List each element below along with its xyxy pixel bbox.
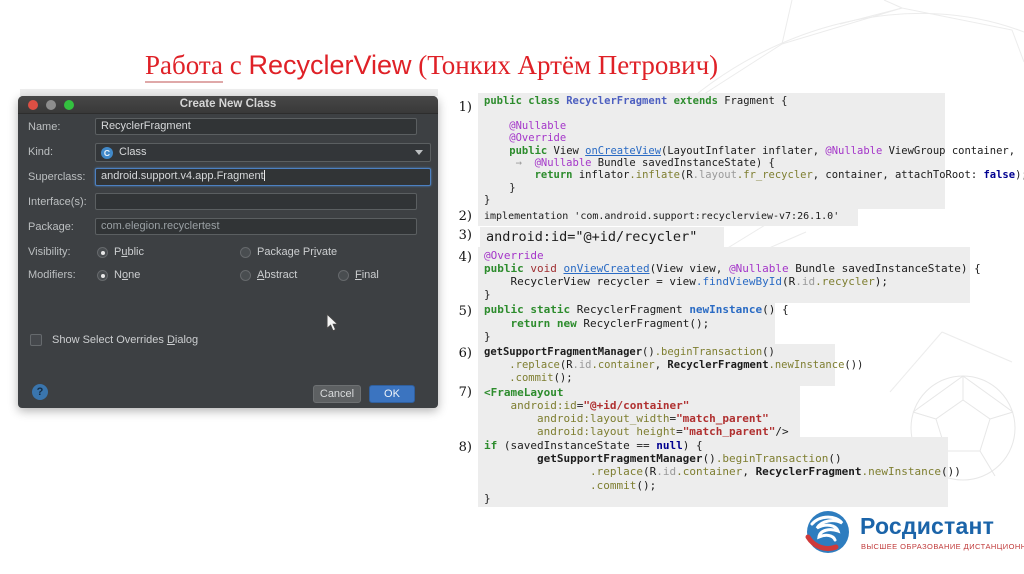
code-block-8: if (savedInstanceState == null) { getSup… (478, 437, 948, 507)
code-block-number: 1) (448, 100, 472, 115)
code-block-number: 2) (448, 209, 472, 224)
code-block-2: implementation 'com.android.support:recy… (478, 207, 858, 226)
code-block-7: <FrameLayout android:id="@+id/container"… (478, 384, 800, 440)
code-block-number: 5) (448, 304, 472, 319)
code-block-number: 3) (448, 228, 472, 243)
code-block-number: 6) (448, 346, 472, 361)
code-block-1: public class RecyclerFragment extends Fr… (478, 93, 945, 209)
logo-name: Росдистант (860, 513, 994, 540)
logo-tagline: ВЫСШЕЕ ОБРАЗОВАНИЕ ДИСТАНЦИОННО (861, 542, 1024, 551)
code-block-number: 7) (448, 385, 472, 400)
code-block-3: android:id="@+id/recycler" (480, 227, 724, 248)
code-block-6: getSupportFragmentManager().beginTransac… (478, 344, 835, 386)
mouse-cursor (326, 313, 340, 333)
code-block-number: 4) (448, 250, 472, 265)
globe-icon (802, 507, 854, 559)
code-block-4: @Overridepublic void onViewCreated(View … (478, 247, 970, 303)
rosdistant-logo: Росдистант ВЫСШЕЕ ОБРАЗОВАНИЕ ДИСТАНЦИОН… (802, 505, 1017, 563)
code-column: 1) public class RecyclerFragment extends … (0, 0, 1024, 574)
code-block-5: public static RecyclerFragment newInstan… (478, 301, 775, 346)
code-block-number: 8) (448, 440, 472, 455)
